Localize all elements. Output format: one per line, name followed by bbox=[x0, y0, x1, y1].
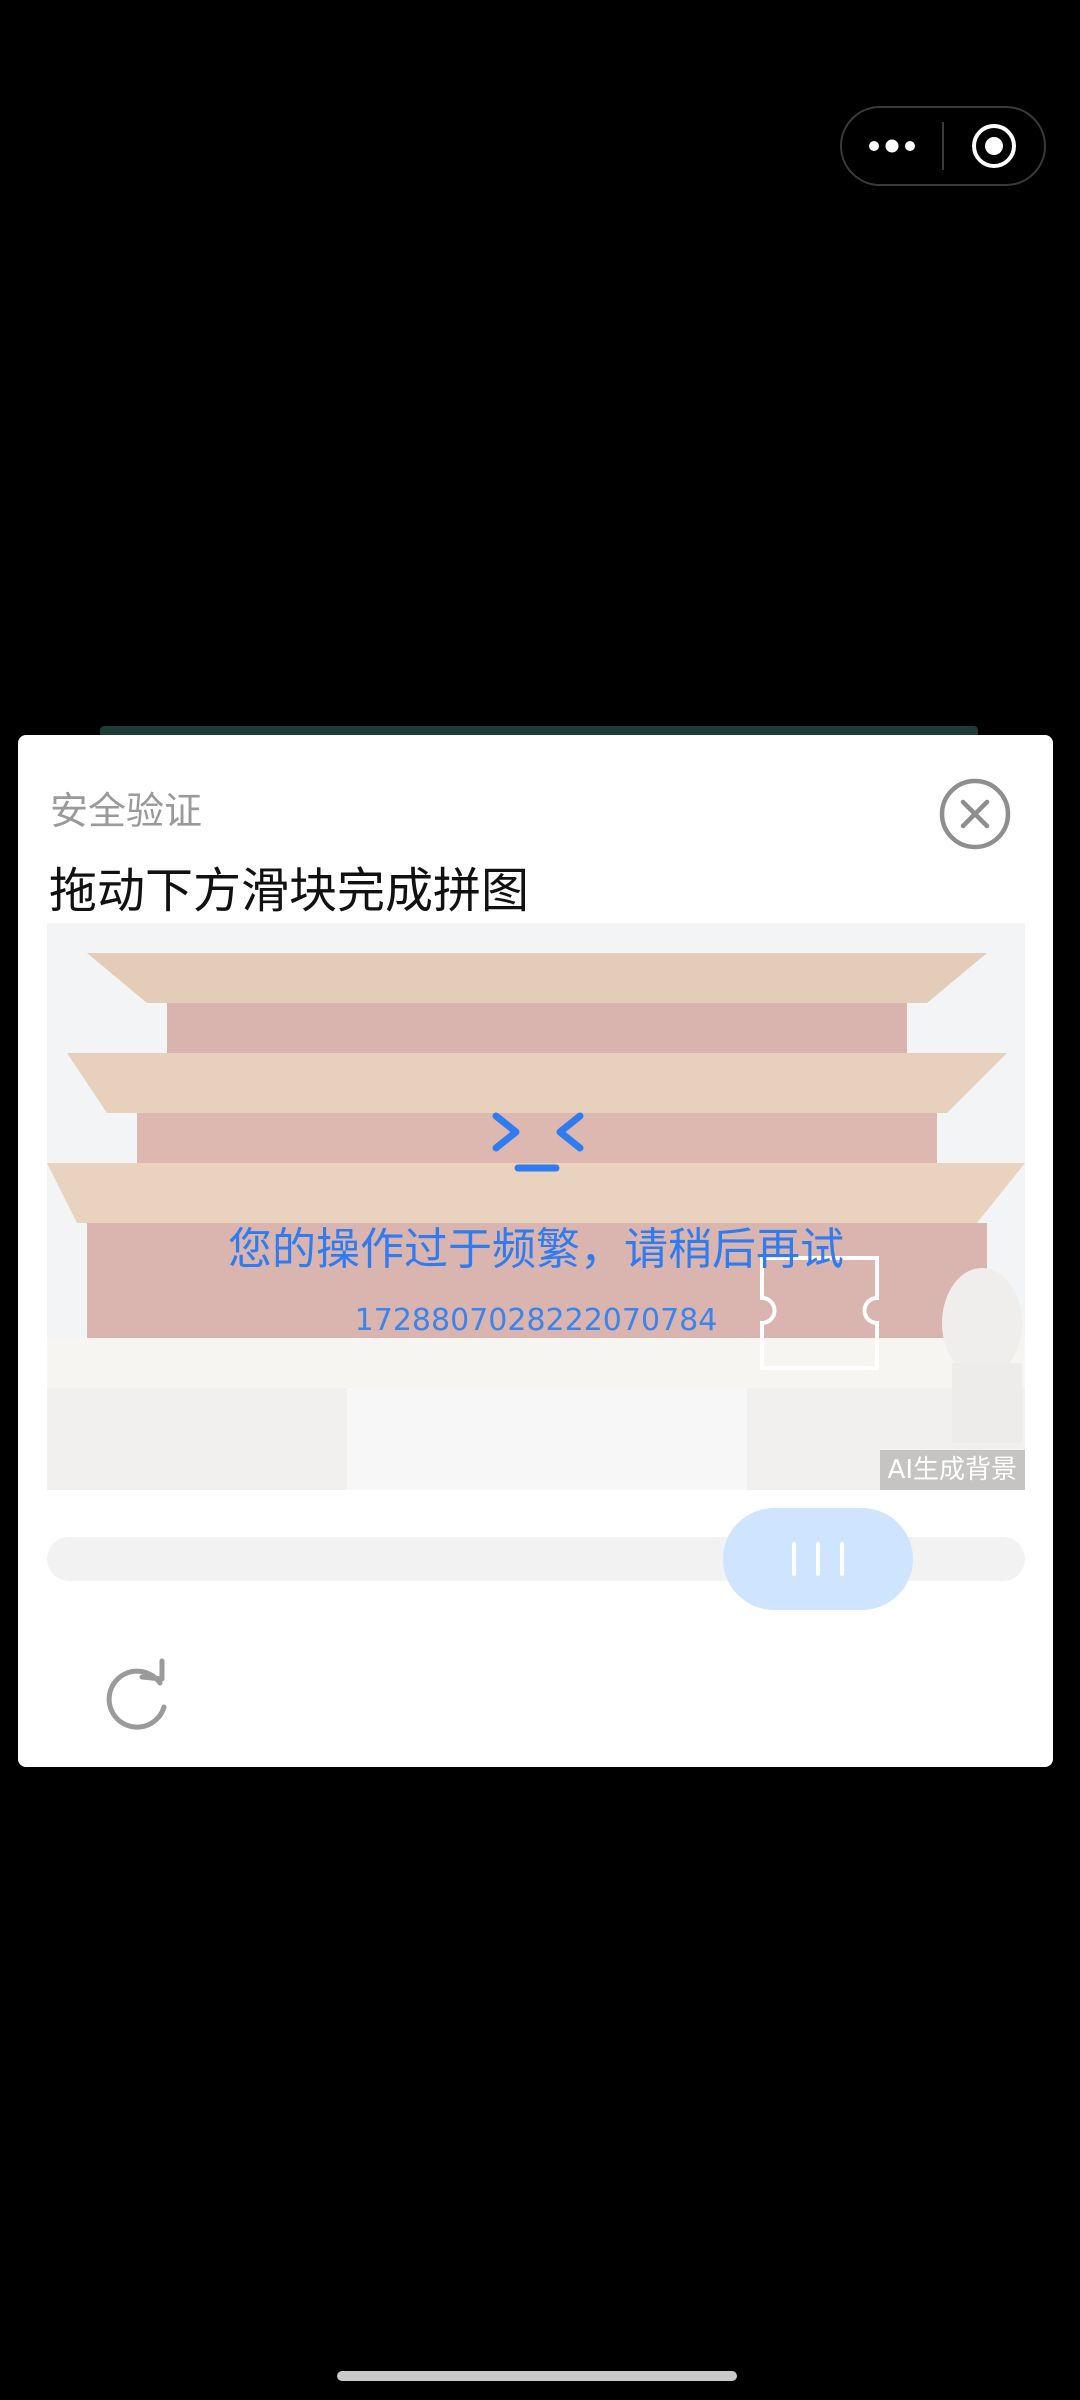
sad-face-icon bbox=[492, 1112, 584, 1172]
refresh-button[interactable] bbox=[98, 1655, 178, 1735]
close-circle-icon bbox=[939, 778, 1011, 850]
grip-lines-icon bbox=[840, 1542, 844, 1576]
grip-lines-icon bbox=[792, 1542, 796, 1576]
error-message: 您的操作过于频繁，请稍后再试 bbox=[228, 1224, 844, 1275]
more-button[interactable] bbox=[842, 108, 942, 184]
home-indicator[interactable] bbox=[337, 2371, 737, 2381]
exit-button[interactable] bbox=[944, 108, 1044, 184]
refresh-icon bbox=[106, 1658, 167, 1730]
slider-thumb[interactable] bbox=[723, 1508, 913, 1610]
security-verification-dialog: 安全验证 拖动下方滑块完成拼图 您的操作过于频繁，请稍后再试 172880702… bbox=[18, 735, 1053, 1767]
captcha-overlay bbox=[47, 923, 1025, 1490]
miniprogram-capsule bbox=[840, 106, 1046, 186]
error-code: 1728807028222070784 bbox=[354, 1303, 718, 1338]
more-dots-icon bbox=[869, 139, 915, 153]
captcha-image: 您的操作过于频繁，请稍后再试 1728807028222070784 AI生成背… bbox=[47, 923, 1025, 1490]
dialog-header: 安全验证 bbox=[50, 789, 203, 833]
ai-generated-badge: AI生成背景 bbox=[879, 1450, 1025, 1490]
dialog-title: 拖动下方滑块完成拼图 bbox=[49, 863, 530, 919]
target-exit-icon bbox=[972, 124, 1016, 168]
grip-lines-icon bbox=[816, 1542, 820, 1576]
close-button[interactable] bbox=[938, 777, 1012, 851]
